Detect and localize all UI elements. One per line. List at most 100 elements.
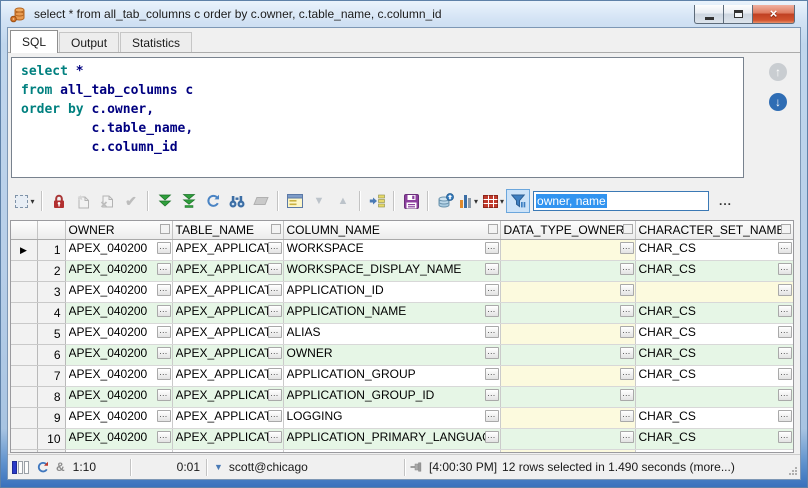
column-header-character_set_name[interactable]: CHARACTER_SET_NAME: [635, 221, 793, 239]
cell-data_type_owner[interactable]: ...: [500, 407, 635, 428]
row-select-cell[interactable]: [11, 449, 37, 453]
row-select-cell[interactable]: [11, 407, 37, 428]
cell-ellipsis-button[interactable]: ...: [620, 284, 634, 296]
row-number[interactable]: 4: [37, 302, 65, 323]
cell-ellipsis-button[interactable]: ...: [485, 284, 499, 296]
row-number[interactable]: 8: [37, 386, 65, 407]
cell-ellipsis-button[interactable]: ...: [268, 452, 282, 454]
cell-ellipsis-button[interactable]: ...: [620, 242, 634, 254]
row-select-cell[interactable]: [11, 260, 37, 281]
cell-column_name[interactable]: APPLICATION_PRIMARY_LANGUAGE...: [283, 428, 500, 449]
column-header-data_type_owner[interactable]: DATA_TYPE_OWNER: [500, 221, 635, 239]
cell-ellipsis-button[interactable]: ...: [485, 410, 499, 422]
cell-ellipsis-button[interactable]: ...: [157, 389, 171, 401]
cell-owner[interactable]: APEX_040200...: [65, 449, 172, 453]
cell-ellipsis-button[interactable]: ...: [157, 284, 171, 296]
add-record-button[interactable]: [71, 189, 95, 213]
cell-column_name[interactable]: LANGUAGE_DERIVED_FROM...: [283, 449, 500, 453]
cell-ellipsis-button[interactable]: ...: [620, 305, 634, 317]
cell-column_name[interactable]: WORKSPACE...: [283, 239, 500, 260]
cell-owner[interactable]: APEX_040200...: [65, 302, 172, 323]
cell-owner[interactable]: APEX_040200...: [65, 239, 172, 260]
scroll-up-button[interactable]: ↑: [769, 63, 787, 81]
cell-data_type_owner[interactable]: ...: [500, 365, 635, 386]
cell-ellipsis-button[interactable]: ...: [157, 452, 171, 454]
previous-record-button[interactable]: ▼: [307, 189, 331, 213]
cell-ellipsis-button[interactable]: ...: [157, 305, 171, 317]
cell-ellipsis-button[interactable]: ...: [620, 410, 634, 422]
cell-owner[interactable]: APEX_040200...: [65, 260, 172, 281]
filter-button[interactable]: [506, 189, 530, 213]
export-button[interactable]: [433, 189, 457, 213]
cell-character_set_name[interactable]: CHAR_CS...: [635, 239, 793, 260]
cell-character_set_name[interactable]: CHAR_CS...: [635, 260, 793, 281]
cell-ellipsis-button[interactable]: ...: [157, 410, 171, 422]
cell-ellipsis-button[interactable]: ...: [268, 368, 282, 380]
cell-character_set_name[interactable]: CHAR_CS...: [635, 365, 793, 386]
row-select-cell[interactable]: [11, 386, 37, 407]
cell-column_name[interactable]: ALIAS...: [283, 323, 500, 344]
cell-table_name[interactable]: APEX_APPLICATIONS...: [172, 323, 283, 344]
column-header-table_name[interactable]: TABLE_NAME: [172, 221, 283, 239]
cell-column_name[interactable]: WORKSPACE_DISPLAY_NAME...: [283, 260, 500, 281]
cell-table_name[interactable]: APEX_APPLICATIONS...: [172, 281, 283, 302]
chart-button[interactable]: ▾: [457, 189, 481, 213]
cell-column_name[interactable]: OWNER...: [283, 344, 500, 365]
cell-column_name[interactable]: APPLICATION_NAME...: [283, 302, 500, 323]
row-number[interactable]: 5: [37, 323, 65, 344]
grid-options-button[interactable]: ▾: [13, 189, 37, 213]
column-options-button[interactable]: [781, 224, 791, 234]
row-select-cell[interactable]: [11, 323, 37, 344]
cell-table_name[interactable]: APEX_APPLICATIONS...: [172, 407, 283, 428]
cell-ellipsis-button[interactable]: ...: [268, 389, 282, 401]
cell-ellipsis-button[interactable]: ...: [485, 326, 499, 338]
auto-refresh-icon[interactable]: [36, 461, 49, 474]
grid-view-button[interactable]: ▾: [481, 189, 506, 213]
cell-data_type_owner[interactable]: ...: [500, 239, 635, 260]
cell-data_type_owner[interactable]: ...: [500, 449, 635, 453]
cell-ellipsis-button[interactable]: ...: [778, 347, 792, 359]
cell-owner[interactable]: APEX_040200...: [65, 344, 172, 365]
cell-data_type_owner[interactable]: ...: [500, 260, 635, 281]
row-number[interactable]: 10: [37, 428, 65, 449]
cell-character_set_name[interactable]: CHAR_CS...: [635, 323, 793, 344]
filter-more-button[interactable]: ...: [719, 194, 732, 208]
cell-data_type_owner[interactable]: ...: [500, 386, 635, 407]
cell-owner[interactable]: APEX_040200...: [65, 428, 172, 449]
row-select-cell[interactable]: [11, 428, 37, 449]
post-changes-button[interactable]: ✔: [119, 189, 143, 213]
cell-data_type_owner[interactable]: ...: [500, 428, 635, 449]
cell-ellipsis-button[interactable]: ...: [485, 347, 499, 359]
cell-ellipsis-button[interactable]: ...: [268, 431, 282, 443]
cell-ellipsis-button[interactable]: ...: [620, 389, 634, 401]
cell-column_name[interactable]: APPLICATION_ID...: [283, 281, 500, 302]
cell-character_set_name[interactable]: CHAR_CS...: [635, 428, 793, 449]
cell-ellipsis-button[interactable]: ...: [778, 368, 792, 380]
sql-editor[interactable]: select *from all_tab_columns corder by c…: [11, 57, 744, 178]
column-header-owner[interactable]: OWNER: [65, 221, 172, 239]
cell-data_type_owner[interactable]: ...: [500, 323, 635, 344]
row-select-cell[interactable]: ▶: [11, 239, 37, 260]
cell-ellipsis-button[interactable]: ...: [485, 263, 499, 275]
cell-ellipsis-button[interactable]: ...: [485, 242, 499, 254]
row-number[interactable]: 1: [37, 239, 65, 260]
row-number[interactable]: 9: [37, 407, 65, 428]
cell-owner[interactable]: APEX_040200...: [65, 365, 172, 386]
close-button[interactable]: ×: [752, 5, 795, 24]
cell-character_set_name[interactable]: CHAR_CS...: [635, 449, 793, 453]
cell-ellipsis-button[interactable]: ...: [778, 326, 792, 338]
cell-character_set_name[interactable]: ...: [635, 386, 793, 407]
cell-ellipsis-button[interactable]: ...: [778, 263, 792, 275]
row-select-cell[interactable]: [11, 281, 37, 302]
cell-owner[interactable]: APEX_040200...: [65, 386, 172, 407]
connection-segment[interactable]: ▼ scott@chicago: [208, 455, 404, 479]
cell-ellipsis-button[interactable]: ...: [157, 431, 171, 443]
row-number[interactable]: 7: [37, 365, 65, 386]
cell-ellipsis-button[interactable]: ...: [620, 431, 634, 443]
single-record-view-button[interactable]: [283, 189, 307, 213]
cell-ellipsis-button[interactable]: ...: [157, 263, 171, 275]
cell-ellipsis-button[interactable]: ...: [778, 452, 792, 454]
cell-ellipsis-button[interactable]: ...: [485, 368, 499, 380]
cell-ellipsis-button[interactable]: ...: [778, 431, 792, 443]
connection-dropdown-icon[interactable]: ▼: [214, 462, 223, 472]
